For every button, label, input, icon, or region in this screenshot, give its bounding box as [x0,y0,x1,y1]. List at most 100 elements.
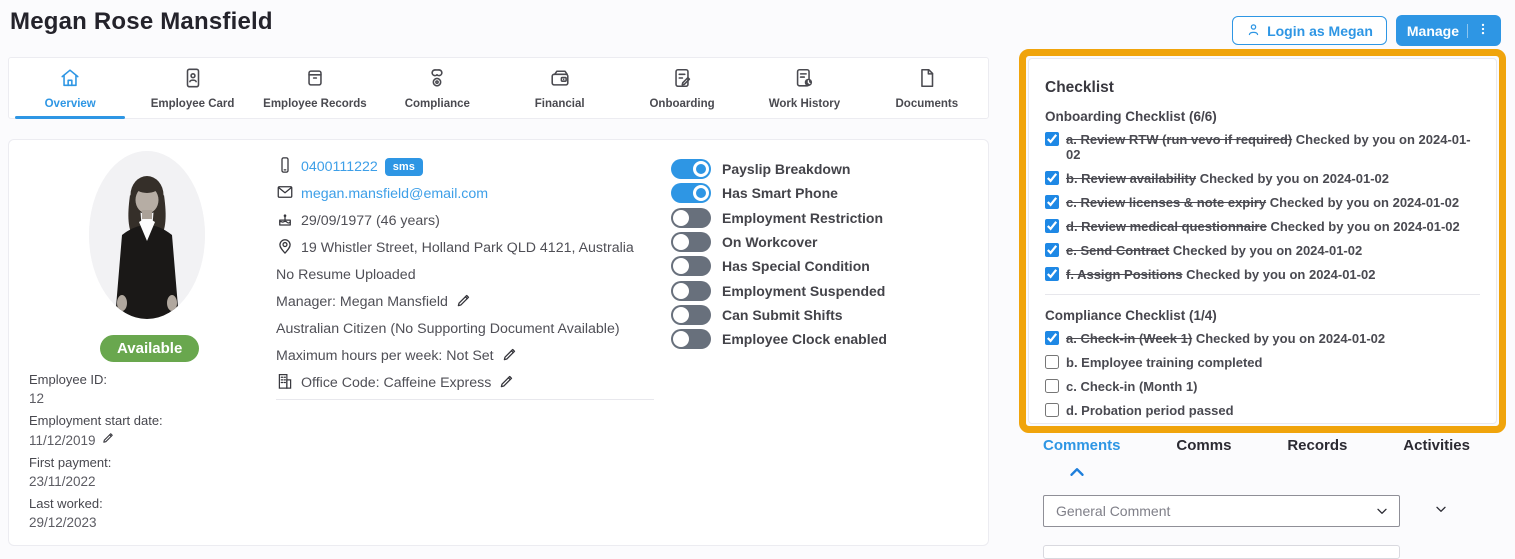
fact-last-worked: Last worked: 29/12/2023 [29,494,264,532]
employee-toggles: Payslip Breakdown Has Smart Phone Employ… [671,157,887,351]
manage-button[interactable]: Manage [1396,15,1501,46]
profile-overview-card: Available Employee ID: 12 Employment sta… [8,139,989,546]
checkbox[interactable] [1045,267,1059,281]
home-icon [59,67,81,94]
toggle-can-submit-shifts[interactable] [671,305,711,325]
comment-type-select[interactable]: General Comment [1043,495,1400,527]
toggle-employment-suspended[interactable] [671,281,711,301]
id-card-icon [182,67,204,94]
toggle-row-employee-clock-enabled: Employee Clock enabled [671,327,887,351]
tab-records[interactable]: Records [1287,437,1347,454]
office-code-row: Office Code: Caffeine Express [276,369,661,396]
checklist-item-onboarding-b[interactable]: b. Review availability Checked by you on… [1045,171,1480,186]
page-title: Megan Rose Mansfield [10,8,273,36]
email-row: megan.mansfield@email.com [276,180,661,207]
toggle-has-special-condition[interactable] [671,256,711,276]
checklist-item-onboarding-c[interactable]: c. Review licenses & note expiry Checked… [1045,195,1480,210]
fact-first-payment: First payment: 23/11/2022 [29,453,264,491]
tab-documents[interactable]: Documents [866,58,988,118]
checkbox[interactable] [1045,132,1059,146]
max-hours-row: Maximum hours per week: Not Set [276,342,661,369]
archive-icon [304,67,326,94]
tab-overview[interactable]: Overview [9,58,131,118]
checklist-title: Checklist [1045,79,1480,97]
edit-office-code-icon[interactable] [498,372,516,394]
toggle-row-employment-suspended: Employment Suspended [671,278,887,302]
toggle-row-employment-restriction: Employment Restriction [671,206,887,230]
sms-badge[interactable]: sms [385,158,423,176]
document-edit-icon [671,67,693,94]
tab-employee-card[interactable]: Employee Card [131,58,253,118]
checkbox[interactable] [1045,195,1059,209]
tab-comms[interactable]: Comms [1176,437,1231,454]
tab-work-history[interactable]: Work History [743,58,865,118]
citizenship-row: Australian Citizen (No Supporting Docume… [276,315,661,342]
checklist-item-onboarding-a[interactable]: a. Review RTW (run vevo if required) Che… [1045,132,1480,162]
tab-compliance[interactable]: Compliance [376,58,498,118]
tab-onboarding[interactable]: Onboarding [621,58,743,118]
checklist-item-compliance-b[interactable]: b. Employee training completed [1045,355,1480,370]
onboarding-checklist-title: Onboarding Checklist (6/6) [1045,109,1480,124]
checklist-item-onboarding-d[interactable]: d. Review medical questionnaire Checked … [1045,219,1480,234]
document-clock-icon [793,67,815,94]
checklist-item-compliance-d[interactable]: d. Probation period passed [1045,403,1480,418]
wallet-icon [549,67,571,94]
login-as-button[interactable]: Login as Megan [1232,16,1387,45]
file-icon [916,67,938,94]
toggle-payslip-breakdown[interactable] [671,159,711,179]
checklist-item-compliance-c[interactable]: c. Check-in (Month 1) [1045,379,1480,394]
activity-tab-bar: Comments Comms Records Activities [1028,437,1498,454]
divider [1045,294,1480,295]
contact-details: 0400111222 sms megan.mansfield@email.com… [276,153,661,396]
toggle-employee-clock-enabled[interactable] [671,329,711,349]
checkbox[interactable] [1045,355,1059,369]
kebab-menu-icon[interactable] [1476,22,1490,39]
checkbox[interactable] [1045,219,1059,233]
phone-link[interactable]: 0400111222 [301,159,378,175]
toggle-has-smart-phone[interactable] [671,183,711,203]
checkbox[interactable] [1045,403,1059,417]
edit-manager-icon[interactable] [455,291,473,313]
building-icon [276,372,294,394]
employee-facts: Employee ID: 12 Employment start date: 1… [29,370,264,535]
header-actions: Login as Megan Manage [1232,15,1501,46]
toggle-row-has-smart-phone: Has Smart Phone [671,181,887,205]
toggle-on-workcover[interactable] [671,232,711,252]
toggle-employment-restriction[interactable] [671,208,711,228]
comment-input[interactable] [1043,545,1400,559]
checklist-item-compliance-a[interactable]: a. Check-in (Week 1) Checked by you on 2… [1045,331,1480,346]
checklist-item-onboarding-f[interactable]: f. Assign Positions Checked by you on 20… [1045,267,1480,282]
toggle-row-can-submit-shifts: Can Submit Shifts [671,303,887,327]
edit-max-hours-icon[interactable] [501,345,519,367]
mail-icon [276,183,294,205]
expand-chevron-down-icon[interactable] [1433,501,1449,522]
address-row: 19 Whistler Street, Holland Park QLD 412… [276,234,661,261]
checkbox[interactable] [1045,171,1059,185]
fact-start-date: Employment start date: 11/12/2019 [29,411,264,450]
email-link[interactable]: megan.mansfield@email.com [301,186,488,202]
employee-photo [89,151,205,319]
cake-icon [276,210,294,232]
checkbox[interactable] [1045,243,1059,257]
checklist-highlight-frame: Checklist Onboarding Checklist (6/6) a. … [1019,49,1506,433]
checkbox[interactable] [1045,331,1059,345]
tab-activities[interactable]: Activities [1403,437,1470,454]
checkbox[interactable] [1045,379,1059,393]
edit-start-date-icon[interactable] [101,430,116,450]
divider [1467,24,1468,38]
manager-row: Manager: Megan Mansfield [276,288,661,315]
toggle-row-payslip-breakdown: Payslip Breakdown [671,157,887,181]
resume-row: No Resume Uploaded [276,261,661,288]
divider [276,399,654,400]
phone-row: 0400111222 sms [276,153,661,180]
tab-employee-records[interactable]: Employee Records [254,58,376,118]
toggle-row-on-workcover: On Workcover [671,230,887,254]
tab-financial[interactable]: Financial [499,58,621,118]
birthdate-row: 29/09/1977 (46 years) [276,207,661,234]
checklist-card: Checklist Onboarding Checklist (6/6) a. … [1028,58,1497,424]
location-pin-icon [276,237,294,259]
tab-comments[interactable]: Comments [1043,437,1121,454]
checklist-item-onboarding-e[interactable]: e. Send Contract Checked by you on 2024-… [1045,243,1480,258]
chevron-up-icon[interactable] [1066,461,1088,488]
toggle-row-has-special-condition: Has Special Condition [671,254,887,278]
